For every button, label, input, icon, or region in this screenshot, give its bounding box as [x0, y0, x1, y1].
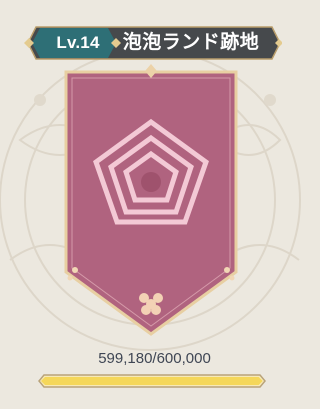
area-banner[interactable]	[56, 62, 246, 342]
area-name: 泡泡ランド跡地	[122, 32, 260, 53]
progress-label: 599,180/600,000	[98, 350, 211, 367]
area-header: Lv.14 泡泡ランド跡地	[22, 25, 282, 61]
emblem-center	[141, 172, 161, 192]
progress-bar-fill	[41, 377, 263, 385]
progress-bar	[38, 374, 266, 388]
